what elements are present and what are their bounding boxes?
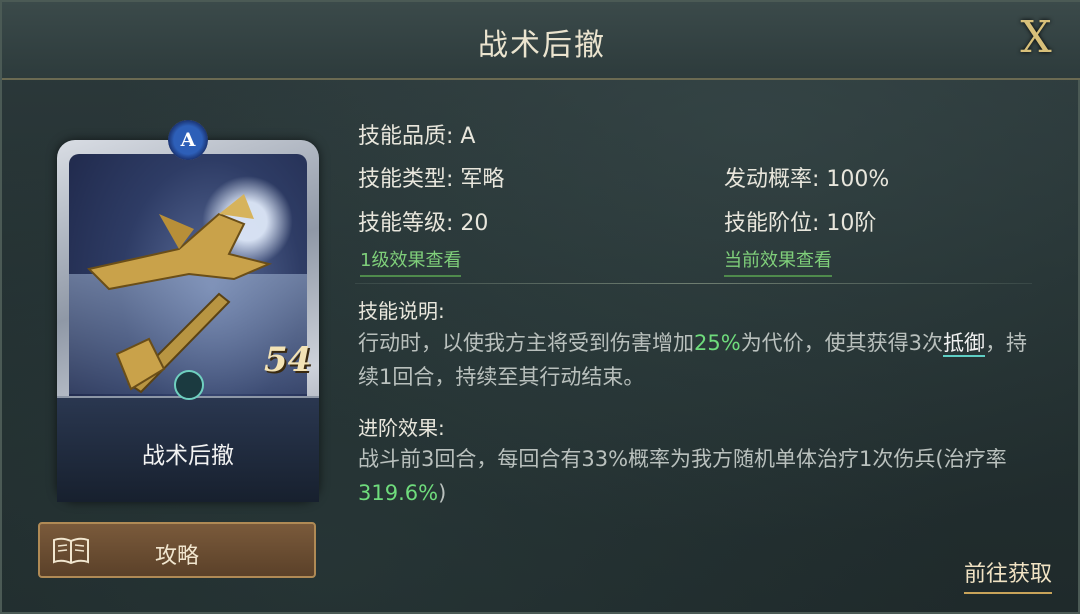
header-bar: 战术后撤 X <box>2 2 1080 80</box>
advance-part1: 战斗前3回合，每回合有33%概率为我方随机单体治疗1次伤兵(治疗率 <box>358 447 1007 471</box>
card-name-plate: 战术后撤 <box>57 396 319 502</box>
skill-trigger-rate: 发动概率: 100% <box>724 167 890 192</box>
keyword-defend[interactable]: 抵御 <box>943 331 986 357</box>
skill-quality: 技能品质: A <box>358 124 476 149</box>
guide-label: 攻略 <box>154 544 199 569</box>
page-title: 战术后撤 <box>478 28 606 63</box>
description-title: 技能说明: <box>358 299 445 323</box>
advance-highlight: 319.6% <box>358 481 439 505</box>
skill-level: 技能等级: 20 <box>358 211 489 236</box>
card-name: 战术后撤 <box>142 443 234 469</box>
description-text: 行动时，以使我方主将受到伤害增加25%为代价，使其获得3次抵御，持续1回合，持续… <box>358 326 1048 394</box>
advance-title: 进阶效果: <box>358 416 445 440</box>
section-divider <box>355 283 1032 284</box>
skill-type-emblem-icon <box>174 370 204 400</box>
skill-detail-panel: 战术后撤 X 战术后撤 A 54 攻略 技能品质: A 技能类型: 军略 发动概… <box>0 0 1080 614</box>
card-level-badge: 54 <box>264 340 312 380</box>
advance-text: 战斗前3回合，每回合有33%概率为我方随机单体治疗1次伤兵(治疗率 319.6%) <box>358 442 1038 510</box>
skill-card: 战术后撤 <box>57 140 319 502</box>
description-highlight: 25% <box>694 331 741 355</box>
skill-rank: 技能阶位: 10阶 <box>724 211 877 236</box>
quality-gem-badge: A <box>168 120 208 160</box>
description-part1: 行动时，以使我方主将受到伤害增加 <box>358 331 694 355</box>
current-effect-link[interactable]: 当前效果查看 <box>724 246 832 277</box>
close-button[interactable]: X <box>1014 16 1058 60</box>
advance-part2: ) <box>438 481 447 505</box>
description-part2: 为代价，使其获得3次 <box>740 331 944 355</box>
goto-acquire-button[interactable]: 前往获取 <box>963 556 1052 594</box>
level1-effect-link[interactable]: 1级效果查看 <box>360 246 462 277</box>
guide-button[interactable]: 攻略 <box>38 522 316 578</box>
skill-type: 技能类型: 军略 <box>358 167 505 192</box>
